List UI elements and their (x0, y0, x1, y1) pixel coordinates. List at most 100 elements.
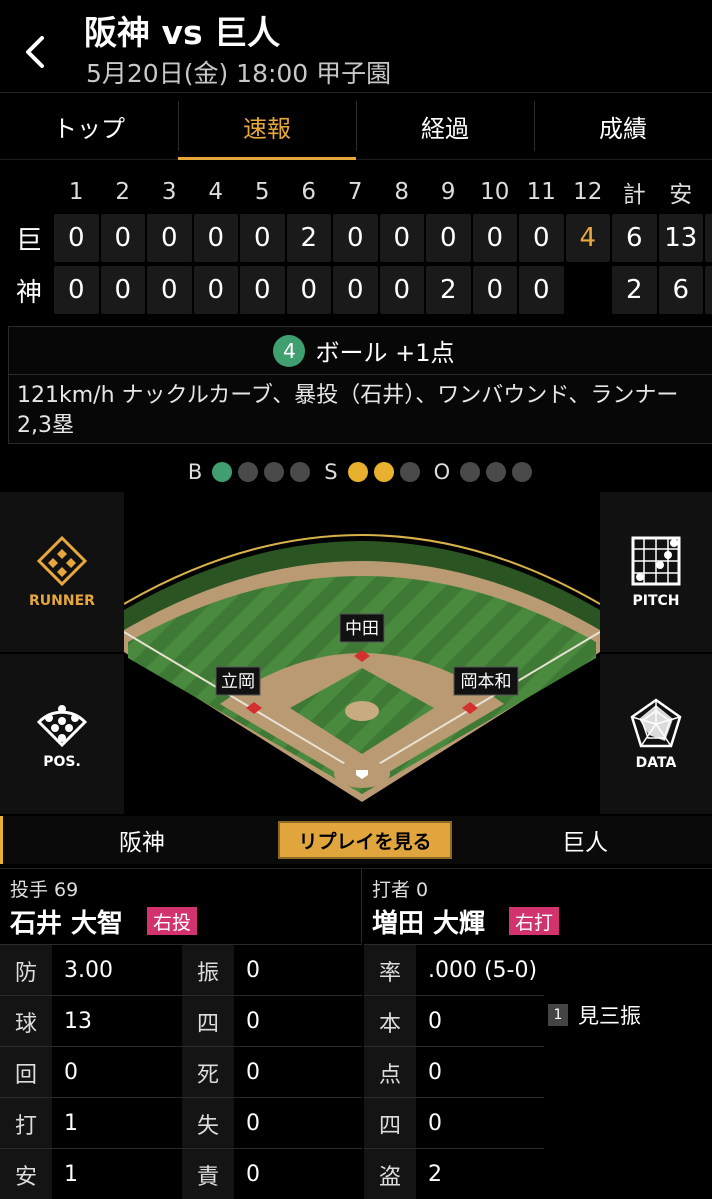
stat-key: 球 (0, 996, 52, 1047)
out-dot (512, 462, 533, 482)
data-radar-icon (630, 698, 682, 748)
batter-stat-row: 率 .000 (5-0) (364, 944, 712, 996)
ball-dot (212, 462, 233, 482)
matchup-players: 投手 69 石井 大智 右投 打者 0 増田 大輝 右打 (0, 868, 712, 943)
runner-button[interactable]: RUNNER (0, 492, 124, 652)
scoreboard-cell: 0 (286, 266, 331, 314)
pitcher-stat-row: 球 13 四 0 (0, 995, 362, 1047)
position-button[interactable]: POS. (0, 654, 124, 814)
pitcher-name: 石井 大智 (10, 909, 124, 939)
stat-key: 点 (364, 1047, 416, 1098)
at-bat-text: 見三振 (578, 1004, 641, 1028)
strike-dots (347, 462, 420, 482)
scoreboard-cell: 2 (286, 214, 331, 262)
ball-label: B (187, 460, 203, 484)
play-description: 121km/h ナックルカーブ、暴投（石井）、ワンバウンド、ランナー2,3塁 (17, 383, 679, 438)
scoreboard-cell: 0 (519, 214, 564, 262)
game-title: 阪神 vs 巨人 (84, 13, 281, 52)
scoreboard-column-header: 計 (622, 182, 646, 208)
team-label-tigers: 神 (16, 277, 43, 308)
ball-dot (264, 462, 285, 482)
baseball-field: 中田 立岡 岡本和 (124, 492, 600, 814)
center-fielder-label: 中田 (345, 619, 379, 639)
stat-value: 2 (428, 1162, 442, 1187)
data-label: DATA (635, 755, 677, 771)
scoreboard-cell: 4 (565, 214, 610, 262)
tab-stats[interactable]: 成績 (534, 93, 712, 159)
pitcher-stat-row: 回0死0 (0, 1046, 362, 1098)
batter-name: 増田 大輝 (372, 909, 486, 939)
scoreboard-cell: 0 (426, 214, 471, 262)
play-result: ボール +1点 (315, 339, 455, 367)
scoreboard-cell: 2 (426, 266, 471, 314)
tab-live[interactable]: 速報 (178, 93, 356, 160)
stat-key: 責 (182, 1149, 234, 1199)
stat-value: 0 (246, 958, 260, 983)
game-datetime-venue: 5月20日(金) 18:00 甲子園 (86, 59, 392, 88)
data-button[interactable]: DATA (600, 654, 712, 814)
at-bat-result: 1 見三振 (548, 1000, 641, 1030)
stat-value: 1 (64, 1111, 78, 1136)
stat-key: 回 (0, 1047, 52, 1098)
tab-progress[interactable]: 経過 (356, 93, 534, 159)
field-area: RUNNER POS. PITCH DATA 中田 立岡 岡本和 (0, 492, 712, 814)
scoreboard[interactable]: 123456789101112計安失 巨 0000020000046131 神 … (0, 168, 712, 316)
stat-key: 四 (182, 996, 234, 1047)
stat-value: .000 (5-0) (428, 958, 538, 983)
out-dots (460, 462, 533, 482)
pitcher-role: 投手 69 (10, 879, 79, 901)
strike-label: S (324, 460, 338, 484)
batter-card[interactable]: 打者 0 増田 大輝 右打 (362, 869, 712, 943)
pitcher-card[interactable]: 投手 69 石井 大智 右投 (0, 869, 362, 943)
batter-stat-row: 盗2 (364, 1148, 544, 1199)
home-team-tab[interactable]: 阪神 (3, 816, 281, 864)
ball-dot (238, 462, 259, 482)
batter-role: 打者 0 (372, 879, 429, 901)
scoreboard-column-header: 失 (705, 168, 712, 216)
stat-value: 0 (246, 1162, 260, 1187)
scoreboard-cell: 0 (54, 214, 99, 262)
play-header: 4 ボール +1点 (9, 327, 712, 375)
stat-value: 0 (246, 1009, 260, 1034)
scoreboard-column-header: 2 (115, 179, 131, 205)
batter-stat-row: 本0 (364, 995, 544, 1047)
play-panel: 4 ボール +1点 121km/h ナックルカーブ、暴投（石井）、ワンバウンド、… (8, 326, 712, 444)
scoreboard-cell: 6 (658, 266, 703, 314)
scoreboard-column-header: 12 (573, 179, 603, 205)
tab-top[interactable]: トップ (0, 93, 178, 159)
scoreboard-cell: 6 (612, 214, 657, 262)
pitch-label: PITCH (632, 593, 680, 609)
strike-dot (373, 462, 394, 482)
pitcher-throws-badge: 右投 (147, 907, 198, 935)
pitcher-stat-row: 打1 失0 (0, 1097, 362, 1149)
ball-dot (290, 462, 311, 482)
scoreboard-cell: 0 (472, 214, 517, 262)
back-arrow-icon[interactable] (18, 30, 54, 74)
scoreboard-cell: 0 (379, 266, 424, 314)
stat-value: 0 (246, 1111, 260, 1136)
stat-key: 安 (0, 1149, 52, 1199)
pitch-grid-icon (631, 536, 681, 586)
stat-value: 0 (64, 1060, 78, 1085)
scoreboard-column-header: 安 (669, 182, 693, 208)
stat-key: 盗 (364, 1149, 416, 1199)
batter-stat-row: 四0 (364, 1097, 544, 1149)
replay-button[interactable]: リプレイを見る (278, 821, 452, 859)
team-switch-bar: 阪神 リプレイを見る 巨人 (0, 816, 712, 864)
stat-key: 振 (182, 945, 234, 996)
scoreboard-cell: 0 (240, 266, 285, 314)
scoreboard-cell: 0 (519, 266, 564, 314)
strike-dot (347, 462, 368, 482)
stat-value: 1 (64, 1162, 78, 1187)
stat-key: 本 (364, 996, 416, 1047)
at-bat-number: 1 (548, 1004, 568, 1026)
pitcher-stat-row: 安1 責0 (0, 1148, 362, 1199)
scoreboard-column-header: 1 (68, 179, 84, 205)
third-base-runner-label: 立岡 (221, 672, 255, 692)
pitch-button[interactable]: PITCH (600, 492, 712, 652)
away-team-tab[interactable]: 巨人 (455, 816, 712, 864)
out-dot (486, 462, 507, 482)
scoreboard-column-header: 9 (440, 179, 456, 205)
scoreboard-cell (566, 266, 611, 314)
position-field-icon (36, 705, 88, 748)
